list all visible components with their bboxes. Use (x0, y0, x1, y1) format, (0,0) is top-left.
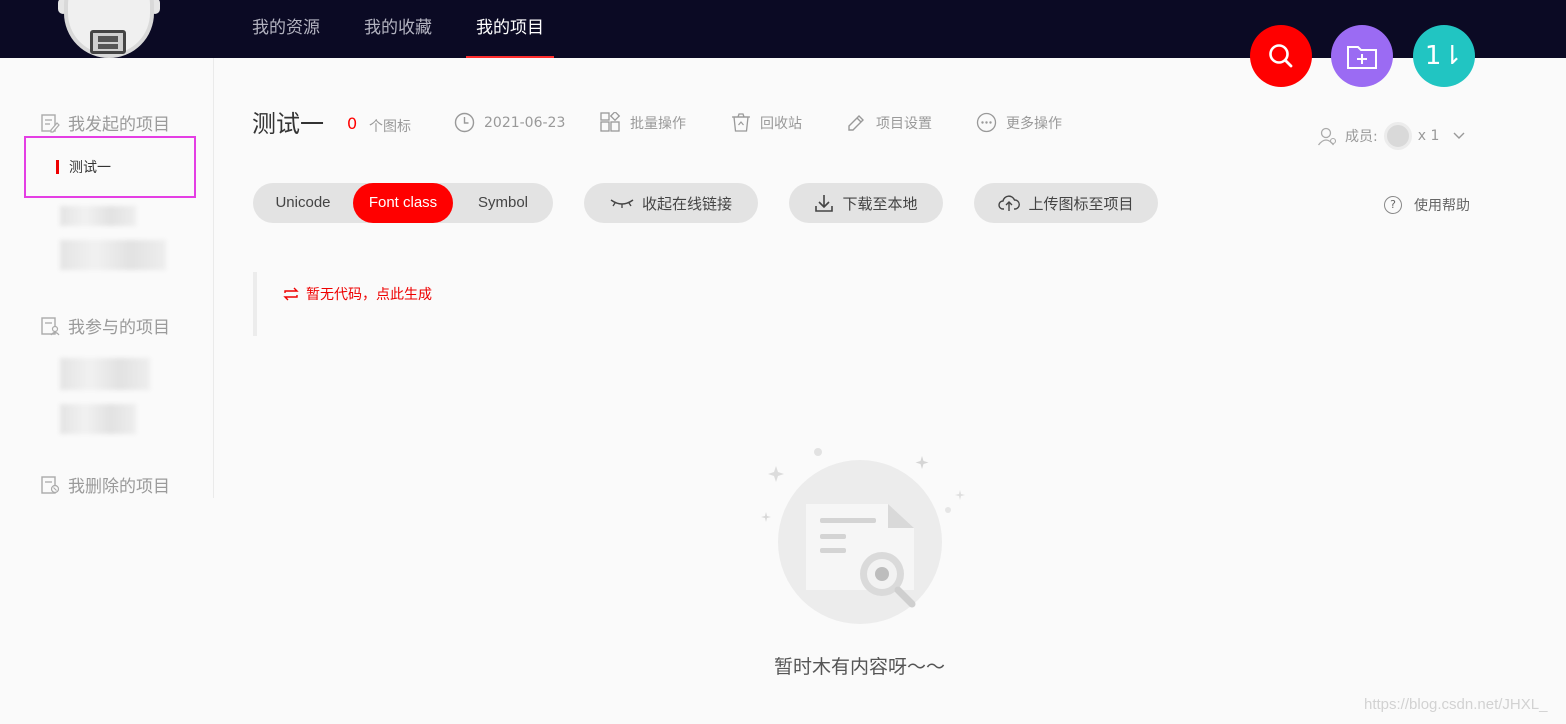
deleted-projects-heading-label: 我删除的项目 (68, 477, 170, 497)
recycle-bin-button[interactable]: 回收站 (731, 112, 802, 133)
batch-operation-label: 批量操作 (630, 115, 686, 132)
collapse-online-link-button[interactable]: 收起在线链接 (584, 183, 758, 223)
search-button[interactable] (1250, 25, 1312, 87)
download-local-button[interactable]: 下载至本地 (789, 183, 943, 223)
project-date: 2021-06-23 (454, 112, 565, 133)
nav-my-projects[interactable]: 我的项目 (466, 0, 554, 58)
usage-help-label: 使用帮助 (1414, 198, 1470, 214)
code-block-border (253, 272, 257, 336)
members-icon (1317, 127, 1337, 146)
project-settings-label: 项目设置 (876, 115, 932, 132)
watermark: https://blog.csdn.net/JHXL_ (1364, 696, 1548, 713)
icon-count-unit: 个图标 (369, 119, 411, 135)
project-settings-button[interactable]: 项目设置 (846, 112, 932, 133)
sidebar-item-label: 测试一 (69, 160, 111, 176)
format-font-class-tab[interactable]: Font class (353, 183, 453, 223)
collapse-online-link-label: 收起在线链接 (641, 194, 732, 213)
sidebar: 我发起的项目 测试一 我参与的项目 我删除的项目 (0, 58, 214, 498)
refresh-icon (283, 287, 299, 301)
redacted-project (60, 240, 166, 270)
upload-to-project-button[interactable]: 上传图标至项目 (974, 183, 1158, 223)
icon-count: 0 (347, 114, 358, 133)
chevron-down-icon (1453, 132, 1465, 139)
search-icon (1269, 44, 1293, 68)
project-title: 测试一 (252, 110, 324, 138)
nav-my-resources[interactable]: 我的资源 (252, 0, 320, 58)
more-actions-button[interactable]: 更多操作 (976, 112, 1062, 133)
format-symbol-tab[interactable]: Symbol (453, 183, 553, 223)
members-count: x 1 (1417, 128, 1440, 144)
active-indicator (56, 160, 59, 174)
logo-mascot[interactable] (56, 0, 162, 58)
edit-doc-icon (41, 113, 60, 133)
my-projects-heading-label: 我发起的项目 (68, 115, 170, 135)
usage-help-link[interactable]: ? 使用帮助 (1384, 195, 1470, 215)
trash-doc-icon (41, 475, 60, 494)
more-dots-icon (976, 112, 997, 133)
pencil-icon (848, 115, 864, 131)
members-label: 成员: (1345, 129, 1378, 145)
empty-state-text: 暂时木有内容呀～～ (774, 656, 946, 678)
generate-code-link[interactable]: 暂无代码，点此生成 (282, 284, 432, 304)
grid-icon (600, 112, 621, 132)
members-dropdown[interactable]: 成员: x 1 (1317, 122, 1465, 150)
recycle-bin-icon (732, 113, 750, 132)
more-actions-label: 更多操作 (1006, 115, 1062, 132)
batch-operation-button[interactable]: 批量操作 (600, 112, 686, 133)
download-icon (815, 195, 834, 212)
format-unicode-tab[interactable]: Unicode (253, 183, 353, 223)
add-project-button[interactable] (1331, 25, 1393, 87)
user-doc-icon (41, 316, 60, 335)
format-segmented-control: Unicode Font class Symbol (253, 183, 553, 223)
mascot-visor (90, 30, 126, 54)
cloud-upload-icon (998, 195, 1021, 211)
project-date-label: 2021-06-23 (484, 114, 566, 131)
help-icon: ? (1384, 196, 1402, 214)
joined-projects-heading[interactable]: 我参与的项目 (40, 313, 170, 338)
sort-toggle-button[interactable]: 1⇂ (1413, 25, 1475, 87)
sidebar-item-project-1[interactable]: 测试一 (24, 136, 196, 198)
recycle-bin-label: 回收站 (760, 115, 802, 132)
main-nav: 我的资源 我的收藏 我的项目 (252, 0, 588, 58)
joined-projects-heading-label: 我参与的项目 (68, 318, 170, 338)
redacted-project (60, 404, 136, 434)
eye-closed-icon (610, 199, 634, 208)
my-projects-heading[interactable]: 我发起的项目 (40, 110, 170, 135)
redacted-project (60, 358, 150, 390)
redacted-project (60, 206, 136, 226)
generate-code-label: 暂无代码，点此生成 (306, 287, 432, 303)
member-avatar (1383, 122, 1412, 150)
download-local-label: 下载至本地 (842, 194, 918, 213)
deleted-projects-heading[interactable]: 我删除的项目 (40, 472, 170, 497)
folder-add-icon (1347, 46, 1377, 69)
upload-to-project-label: 上传图标至项目 (1028, 194, 1134, 213)
empty-state-illustration (761, 448, 965, 624)
nav-my-favorites[interactable]: 我的收藏 (364, 0, 432, 58)
clock-icon (454, 112, 475, 133)
